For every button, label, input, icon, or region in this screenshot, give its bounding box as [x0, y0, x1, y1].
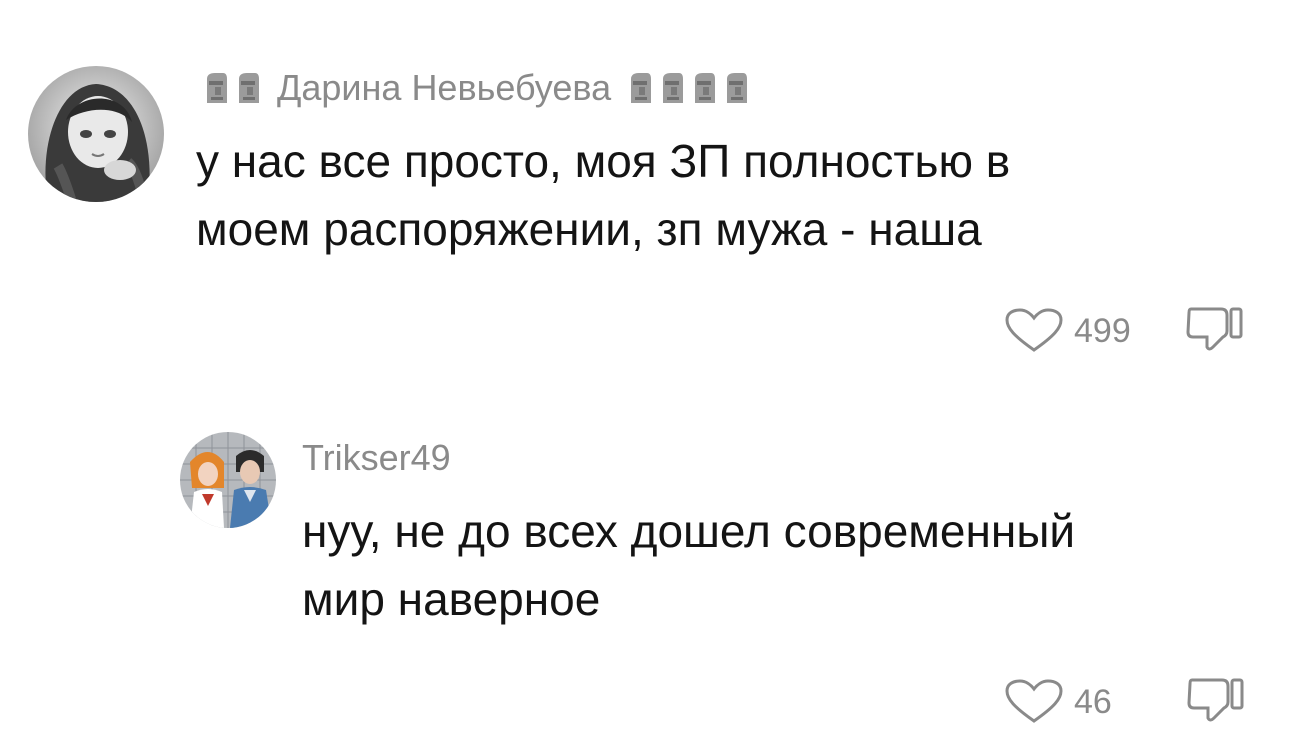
user-avatar[interactable]	[180, 432, 276, 528]
heart-outline-icon[interactable]	[1004, 307, 1064, 354]
username[interactable]: Trikser49	[302, 440, 451, 476]
comment-username-row: Trikser49	[302, 438, 451, 478]
moai-icon	[723, 71, 749, 105]
heart-outline-icon[interactable]	[1004, 678, 1064, 725]
username[interactable]: Дарина Невьебуева	[277, 70, 611, 106]
comment-text: у нас все просто, моя ЗП полностью в мое…	[196, 135, 1011, 255]
thumbs-down-outline-icon[interactable]	[1185, 303, 1245, 358]
moai-icon	[203, 71, 229, 105]
two-characters-avatar-image	[180, 432, 276, 528]
moai-icon	[235, 71, 261, 105]
comment-actions: 46	[1004, 674, 1246, 729]
comment-actions: 499	[1004, 303, 1245, 358]
moai-icon	[691, 71, 717, 105]
anime-girl-avatar-image	[28, 66, 164, 202]
comment-item: Дарина Невьебуева у нас все просто, моя …	[0, 0, 1313, 380]
comment-item: Trikser49 нуу, не до всех дошел современ…	[0, 380, 1313, 752]
user-avatar[interactable]	[28, 66, 164, 202]
moai-icon	[659, 71, 685, 105]
moai-icon	[627, 71, 653, 105]
like-count: 46	[1074, 682, 1112, 721]
comment-text: нуу, не до всех дошел современный мир на…	[302, 505, 1076, 625]
thumbs-down-outline-icon[interactable]	[1186, 674, 1246, 729]
like-count: 499	[1074, 311, 1131, 350]
comment-username-row: Дарина Невьебуева	[203, 68, 749, 108]
